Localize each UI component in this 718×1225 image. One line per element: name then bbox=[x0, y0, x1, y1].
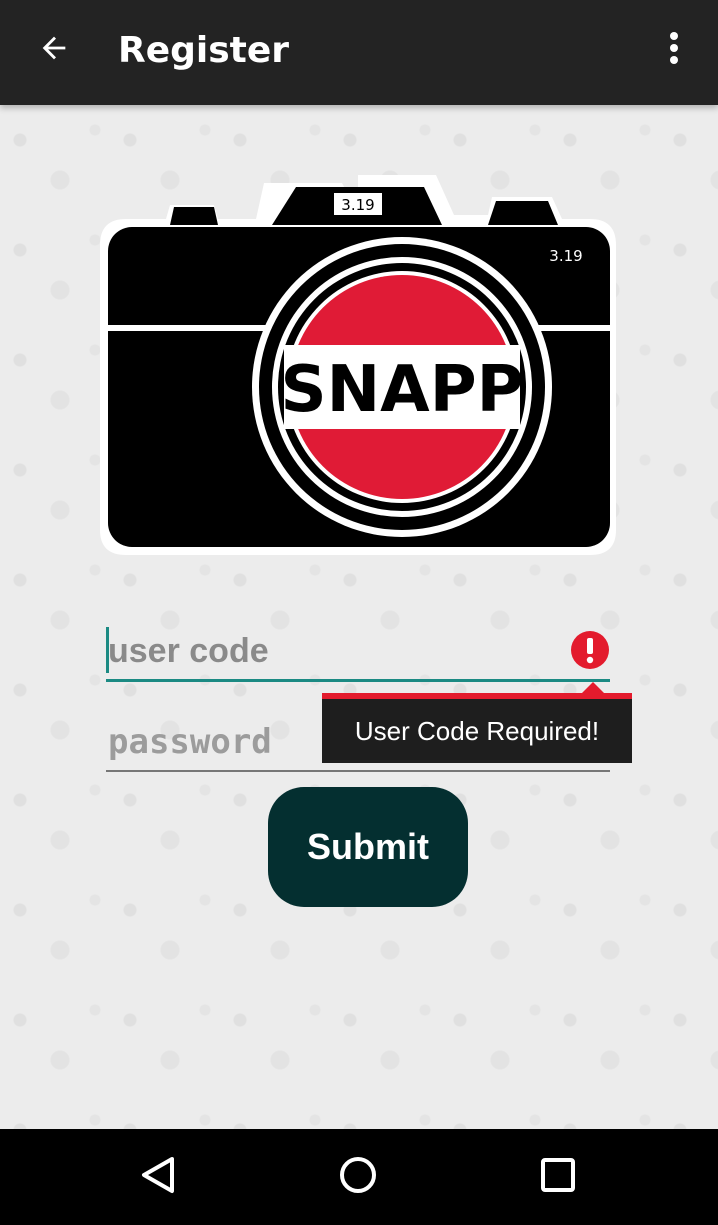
more-vert-icon bbox=[669, 31, 679, 69]
snapp-camera-logo: 3.19 3.19 SNAPP bbox=[96, 175, 622, 560]
user-code-input[interactable] bbox=[106, 624, 610, 682]
nav-recents-square-icon bbox=[538, 1155, 578, 1199]
overflow-menu-button[interactable] bbox=[652, 26, 696, 74]
version-side-label: 3.19 bbox=[549, 247, 582, 265]
nav-back-triangle-icon bbox=[138, 1155, 178, 1199]
nav-recents-button[interactable] bbox=[528, 1151, 588, 1203]
error-popup: User Code Required! bbox=[322, 693, 632, 763]
submit-button[interactable]: Submit bbox=[268, 787, 468, 907]
nav-back-button[interactable] bbox=[128, 1151, 188, 1203]
system-nav-bar bbox=[0, 1129, 718, 1225]
page-title: Register bbox=[118, 30, 290, 71]
text-cursor bbox=[106, 627, 109, 673]
app-bar: Register bbox=[0, 0, 718, 105]
arrow-left-icon bbox=[37, 31, 71, 69]
error-message: User Code Required! bbox=[354, 715, 600, 746]
error-exclamation-icon bbox=[570, 630, 610, 670]
back-button[interactable] bbox=[26, 26, 82, 74]
version-top-label: 3.19 bbox=[341, 196, 374, 214]
nav-home-circle-icon bbox=[338, 1155, 378, 1199]
brand-text: SNAPP bbox=[281, 353, 524, 427]
nav-home-button[interactable] bbox=[328, 1151, 388, 1203]
